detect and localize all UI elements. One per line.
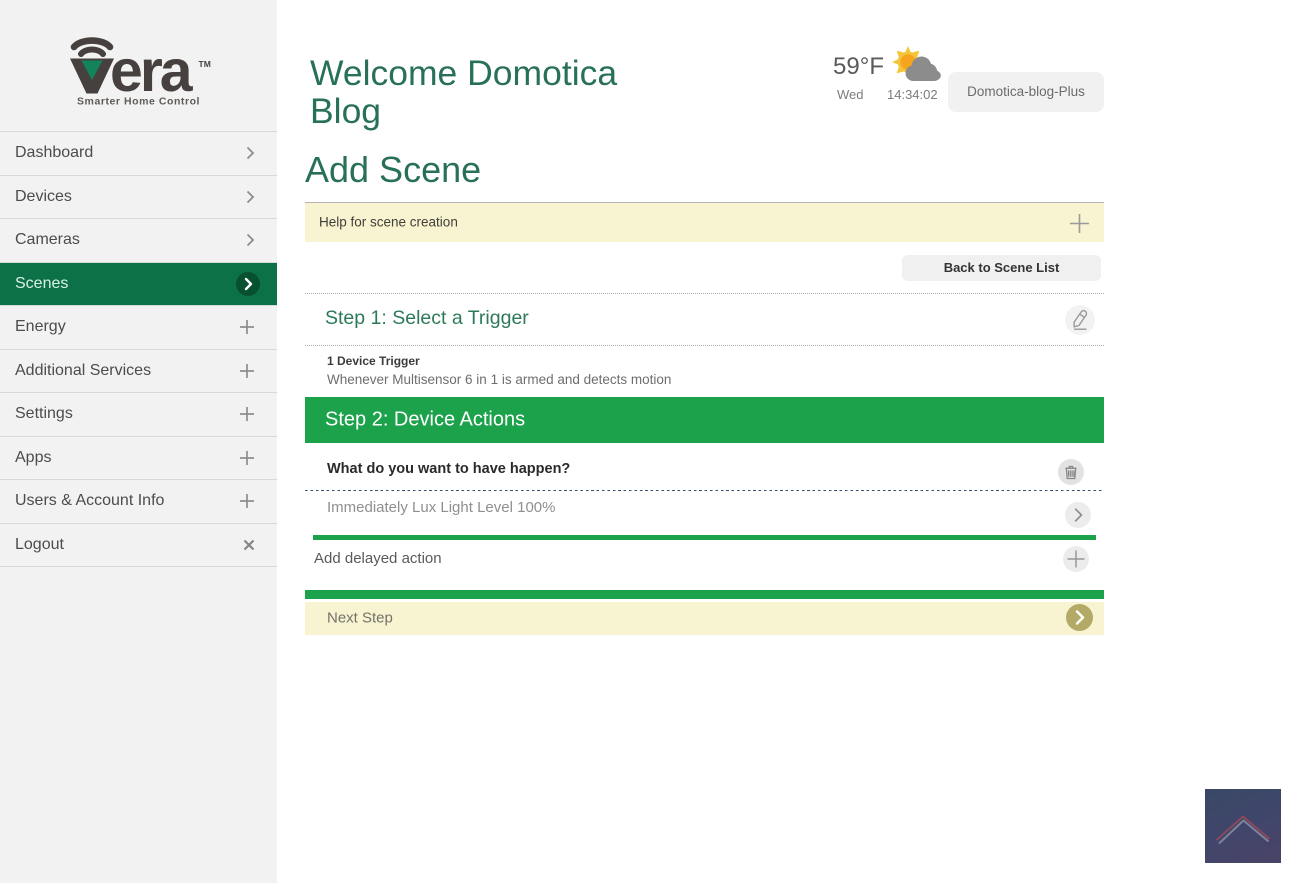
svg-text:Smarter Home Control: Smarter Home Control xyxy=(77,96,200,108)
svg-text:era: era xyxy=(110,38,194,104)
svg-text:TM: TM xyxy=(199,59,211,69)
